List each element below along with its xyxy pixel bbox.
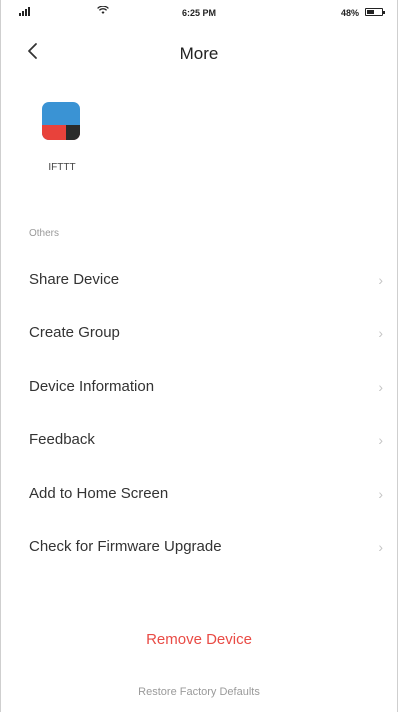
nav-bar: More: [1, 30, 397, 76]
menu-item-firmware-upgrade[interactable]: Check for Firmware Upgrade ›: [1, 520, 397, 573]
menu-item-label: Check for Firmware Upgrade: [29, 537, 222, 555]
menu-item-label: Device Information: [29, 377, 155, 395]
battery-percent: 48%: [340, 8, 359, 18]
chevron-right-icon: ›: [378, 485, 383, 502]
menu-item-label: Create Group: [29, 324, 120, 342]
restore-factory-defaults-button[interactable]: Restore Factory Defaults: [1, 686, 397, 698]
device-name: IFTTT: [48, 162, 76, 173]
menu-item-feedback[interactable]: Feedback ›: [1, 413, 397, 466]
phone-screen: 6:25 PM 48% More IFTTT Others Share Devi…: [0, 0, 398, 712]
ifttt-device-icon[interactable]: [42, 102, 80, 140]
remove-device-button[interactable]: Remove Device: [1, 631, 397, 648]
menu-item-device-information[interactable]: Device Information ›: [1, 360, 397, 413]
battery-icon: [365, 8, 385, 16]
chevron-right-icon: ›: [378, 325, 383, 342]
menu-item-add-to-home-screen[interactable]: Add to Home Screen ›: [1, 467, 397, 520]
page-title: More: [179, 44, 219, 63]
section-header-others: Others: [29, 228, 60, 239]
chevron-right-icon: ›: [378, 538, 383, 555]
menu-item-label: Feedback: [29, 431, 95, 449]
chevron-right-icon: ›: [378, 272, 383, 288]
chevron-right-icon: ›: [378, 432, 383, 449]
menu-item-label: Share Device: [29, 271, 120, 288]
chevron-right-icon: ›: [378, 378, 383, 395]
status-time: 6:25 PM: [181, 8, 216, 18]
menu-list: Share Device › Create Group › Device Inf…: [1, 253, 397, 573]
menu-item-create-group[interactable]: Create Group ›: [1, 306, 397, 359]
menu-item-share-device[interactable]: Share Device ›: [1, 253, 397, 306]
menu-item-label: Add to Home Screen: [29, 484, 169, 502]
status-bar: 6:25 PM 48%: [1, 0, 397, 26]
